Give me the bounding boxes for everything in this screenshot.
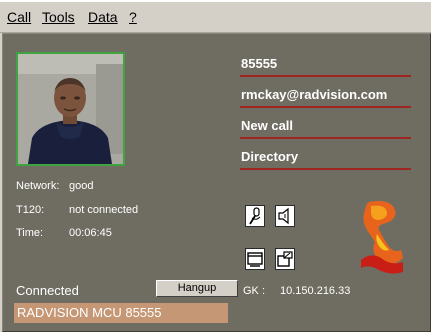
email-field[interactable]: rmckay@radvision.com <box>241 87 387 103</box>
gk-value: 10.150.216.33 <box>280 285 351 297</box>
speaker-icon <box>278 207 289 225</box>
email-underline <box>240 106 411 108</box>
window-icon <box>247 252 263 267</box>
remote-party-bar: RADVISION MCU 85555 <box>14 303 228 323</box>
number-underline <box>240 75 411 77</box>
external-window-button[interactable] <box>275 248 295 270</box>
time-label: Time: <box>16 227 44 239</box>
microphone-icon <box>249 207 261 225</box>
number-field[interactable]: 85555 <box>241 56 277 72</box>
network-value: good <box>69 180 94 192</box>
local-video-button[interactable] <box>245 248 265 270</box>
radvision-logo <box>361 201 403 274</box>
t120-value: not connected <box>69 204 139 216</box>
video-preview <box>16 52 125 166</box>
hangup-button[interactable]: Hangup <box>156 280 238 297</box>
directory-field[interactable]: Directory <box>241 149 298 165</box>
menu-help[interactable]: ? <box>129 9 137 25</box>
directory-underline <box>240 168 411 170</box>
connection-status: Connected <box>16 283 79 298</box>
gk-label: GK : <box>243 285 266 297</box>
network-label: Network: <box>16 180 60 192</box>
menu-call[interactable]: Call <box>7 9 31 25</box>
new-call-underline <box>240 137 411 139</box>
main-panel: Network: good T120: not connected Time: … <box>2 33 431 332</box>
time-value: 00:06:45 <box>69 227 112 239</box>
menu-data[interactable]: Data <box>88 9 118 25</box>
microphone-button[interactable] <box>245 205 265 227</box>
speaker-button[interactable] <box>275 205 295 227</box>
menu-bar: Call Tools Data ? <box>0 2 431 33</box>
new-call-field[interactable]: New call <box>241 118 293 134</box>
external-window-icon <box>277 251 293 267</box>
menu-tools[interactable]: Tools <box>42 9 75 25</box>
t120-label: T120: <box>16 204 45 216</box>
video-person-image <box>18 54 123 164</box>
